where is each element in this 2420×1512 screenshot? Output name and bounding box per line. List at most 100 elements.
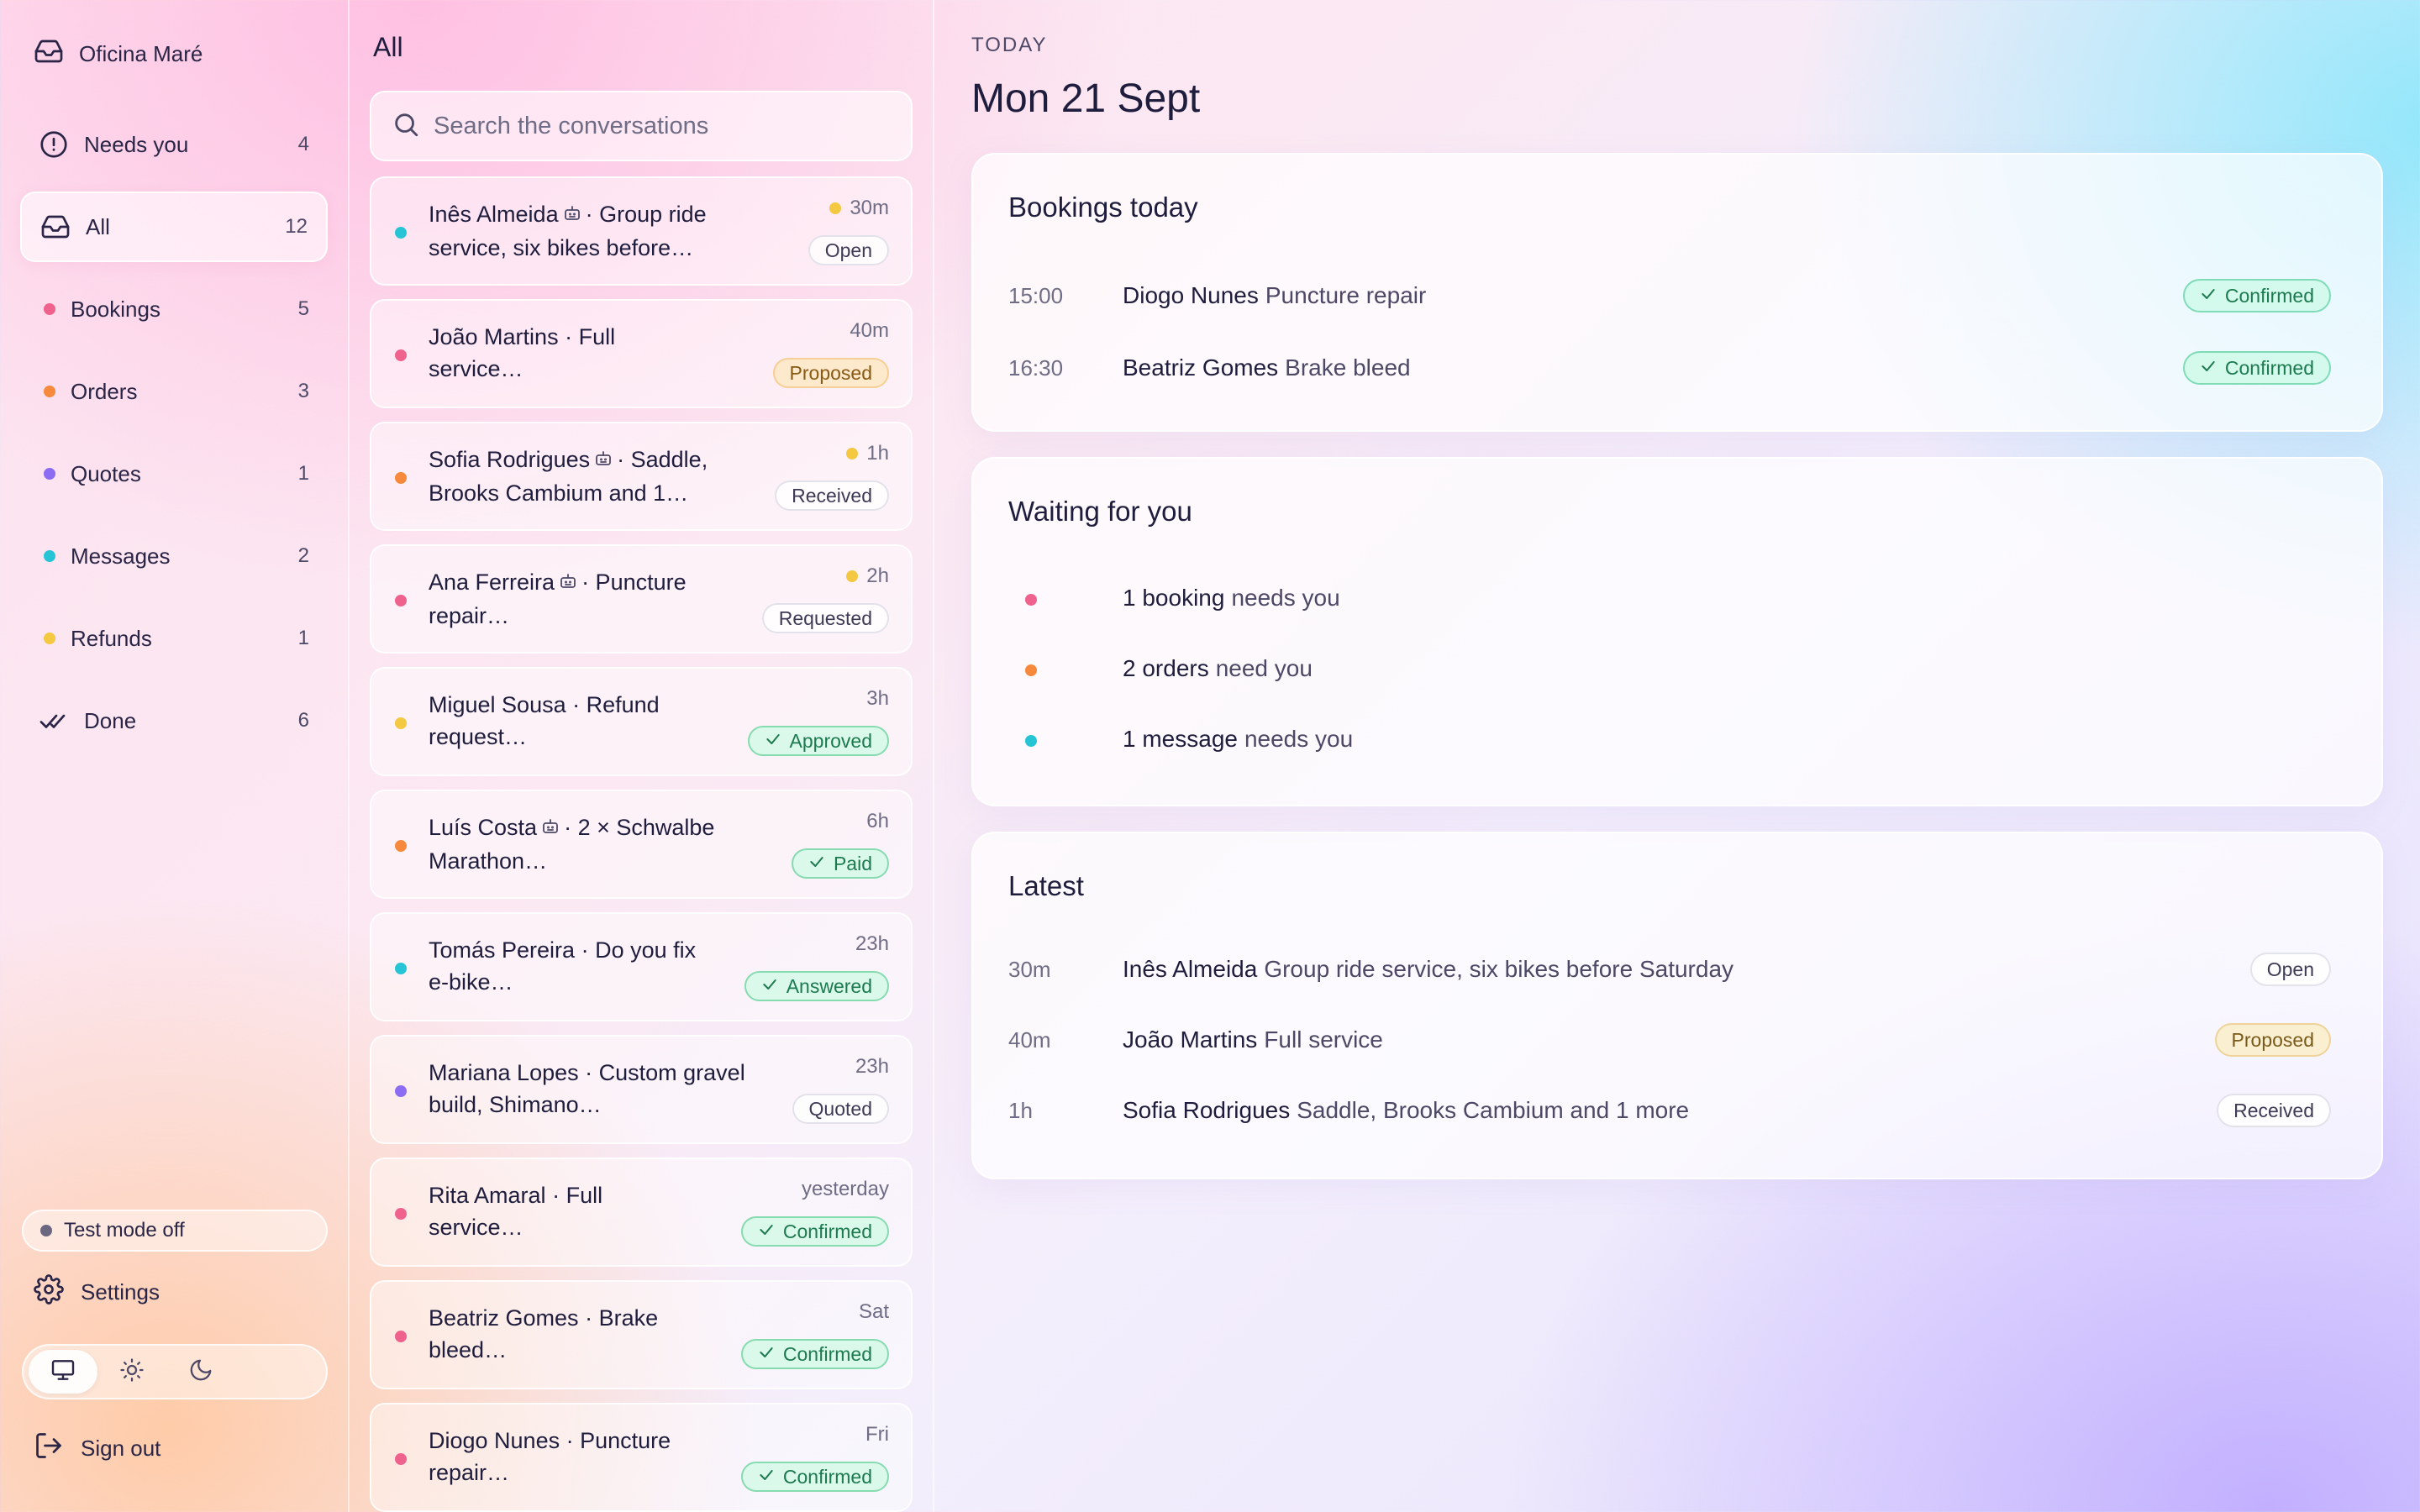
latest-subject: Group ride service, six bikes before Sat…: [1264, 956, 1734, 982]
customer-name: Beatriz Gomes: [1123, 354, 1279, 381]
conversation-card[interactable]: Ana Ferreira · Puncture repair… 2h Reques…: [370, 544, 913, 654]
waiting-row[interactable]: 1 booking needs you: [1008, 581, 2353, 615]
latest-row[interactable]: 1h Sofia Rodrigues Saddle, Brooks Cambiu…: [1008, 1094, 2353, 1127]
waiting-for-you-card: Waiting for you 1 booking needs you 2 or…: [971, 457, 2383, 806]
status-label: Answered: [786, 974, 872, 997]
conversation-card[interactable]: Tomás Pereira · Do you fix e-bike… 23h A…: [370, 912, 913, 1021]
customer-name: Mariana Lopes: [429, 1060, 579, 1085]
conversation-subject-cont: Marathon…: [429, 848, 548, 874]
sidebar-item-needs-you[interactable]: Needs you 4: [20, 109, 328, 180]
status-label: Confirmed: [2224, 356, 2314, 379]
category-dot: [1008, 726, 1123, 753]
conversation-summary: Tomás Pereira · Do you fix e-bike…: [429, 934, 765, 998]
waiting-row[interactable]: 2 orders need you: [1008, 652, 2353, 685]
bot-icon: [558, 568, 578, 600]
waiting-text: need you: [1215, 655, 1313, 681]
conversation-subject: · Custom gravel: [585, 1060, 745, 1085]
status-badge: Confirmed: [740, 1339, 889, 1369]
customer-name: João Martins: [429, 324, 559, 349]
page-title: Mon 21 Sept: [971, 76, 1201, 121]
conversation-subject: · Full: [565, 324, 616, 349]
customer-name: Ana Ferreira: [429, 570, 555, 595]
conversation-subject: · Puncture: [566, 1428, 671, 1453]
test-mode-label: Test mode off: [64, 1219, 185, 1242]
conversation-subject-cont: service…: [429, 356, 523, 381]
conversation-subject: · Do you fix: [581, 937, 697, 963]
conversation-summary: Ana Ferreira · Puncture repair…: [429, 566, 765, 632]
conversation-card[interactable]: Luís Costa · 2 × Schwalbe Marathon… 6h Pa…: [370, 790, 913, 899]
conversation-meta: 23h: [855, 1055, 889, 1079]
conversation-card[interactable]: Mariana Lopes · Custom gravel build, Shi…: [370, 1035, 913, 1144]
check-icon: [2200, 285, 2217, 307]
sidebar-item-bookings[interactable]: Bookings 5: [20, 274, 328, 344]
status-label: Confirmed: [782, 1342, 872, 1365]
status-label: Confirmed: [782, 1465, 872, 1488]
theme-light-button[interactable]: [97, 1350, 166, 1394]
conversation-card[interactable]: Beatriz Gomes · Brake bleed… Sat Confirm…: [370, 1280, 913, 1389]
sidebar-nav: Needs you 4 All 12 Bookings 5 Orders 3 Q…: [20, 109, 328, 768]
conversation-summary: Rita Amaral · Full service…: [429, 1179, 765, 1243]
bookings-dot: [44, 303, 55, 315]
status-badge: Proposed: [772, 358, 889, 388]
status-badge: Requested: [761, 603, 889, 633]
latest-row[interactable]: 30m Inês Almeida Group ride service, six…: [1008, 953, 2353, 986]
customer-name: Inês Almeida: [429, 202, 559, 227]
conversation-meta: Fri: [865, 1423, 889, 1446]
bot-icon: [562, 200, 582, 232]
latest-card: Latest 30m Inês Almeida Group ride servi…: [971, 832, 2383, 1179]
search-box[interactable]: [370, 91, 913, 161]
conversation-summary: João Martins · Full service…: [429, 321, 765, 385]
sidebar-item-label: Messages: [71, 543, 171, 569]
settings-label: Settings: [81, 1278, 160, 1305]
conversation-card[interactable]: João Martins · Full service… 40m Propose…: [370, 299, 913, 408]
booking-row[interactable]: 15:00 Diogo Nunes Puncture repair Confir…: [1008, 279, 2353, 312]
conversation-list: Inês Almeida · Group ride service, six bi…: [370, 176, 913, 1512]
conversation-time: 1h: [866, 442, 889, 465]
test-mode-toggle[interactable]: Test mode off: [22, 1210, 328, 1252]
conversation-summary: Miguel Sousa · Refund request…: [429, 689, 765, 753]
conversation-meta: 30m: [829, 197, 889, 220]
brand[interactable]: Oficina Maré: [34, 37, 203, 71]
conversation-card[interactable]: Diogo Nunes · Puncture repair… Fri Confi…: [370, 1403, 913, 1512]
conversation-card[interactable]: Inês Almeida · Group ride service, six bi…: [370, 176, 913, 286]
theme-system-button[interactable]: [29, 1350, 97, 1394]
booking-service: Brake bleed: [1285, 354, 1411, 381]
sign-out-label: Sign out: [81, 1435, 161, 1461]
status-badge: Answered: [744, 971, 889, 1001]
sidebar-item-quotes[interactable]: Quotes 1: [20, 438, 328, 509]
theme-switch: [22, 1344, 328, 1399]
unread-dot: [846, 448, 859, 459]
status-badge: Proposed: [2214, 1023, 2331, 1057]
booking-row[interactable]: 16:30 Beatriz Gomes Brake bleed Confirme…: [1008, 351, 2353, 385]
sidebar-item-messages[interactable]: Messages 2: [20, 521, 328, 591]
conversation-card[interactable]: Sofia Rodrigues · Saddle, Brooks Cambium …: [370, 422, 913, 531]
customer-name: Diogo Nunes: [1123, 282, 1259, 308]
conversation-time: 2h: [866, 564, 889, 587]
waiting-row[interactable]: 1 message needs you: [1008, 722, 2353, 756]
conversation-subject: · Refund: [572, 692, 660, 717]
latest-time: 1h: [1008, 1097, 1033, 1123]
latest-row[interactable]: 40m João Martins Full service Proposed: [1008, 1023, 2353, 1057]
search-input[interactable]: [434, 112, 911, 140]
check-icon: [761, 975, 778, 998]
sidebar-item-refunds[interactable]: Refunds 1: [20, 603, 328, 674]
gear-icon: [34, 1273, 64, 1310]
status-badge: Received: [775, 480, 889, 511]
conversation-card[interactable]: Rita Amaral · Full service… yesterday Co…: [370, 1158, 913, 1267]
sidebar-item-orders[interactable]: Orders 3: [20, 356, 328, 427]
sign-out-link[interactable]: Sign out: [34, 1430, 160, 1467]
status-badge: Confirmed: [740, 1216, 889, 1247]
conversation-subject-cont: request…: [429, 724, 528, 749]
conversation-subject-cont: bleed…: [429, 1337, 508, 1362]
theme-dark-button[interactable]: [166, 1350, 235, 1394]
settings-link[interactable]: Settings: [34, 1273, 160, 1310]
conversation-meta: 6h: [866, 810, 889, 833]
double-check-icon: [39, 706, 69, 736]
sidebar-item-all[interactable]: All 12: [20, 192, 328, 262]
status-label: Open: [824, 239, 872, 261]
orders-dot: [44, 386, 55, 397]
sidebar-item-done[interactable]: Done 6: [20, 685, 328, 756]
status-label: Confirmed: [2224, 284, 2314, 307]
conversation-card[interactable]: Miguel Sousa · Refund request… 3h Approv…: [370, 667, 913, 776]
sidebar-item-label: All: [86, 213, 110, 239]
